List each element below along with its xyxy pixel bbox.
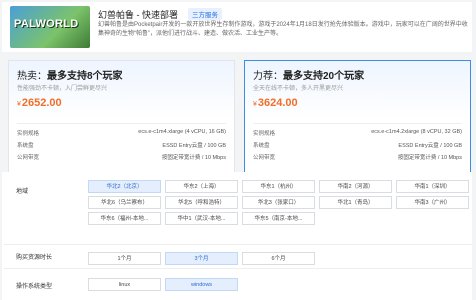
- plan-price: ¥3624.00: [253, 97, 298, 109]
- region-option[interactable]: 华北1（青岛）: [319, 196, 392, 209]
- plan-title: 热卖：最多支持8个玩家: [17, 67, 123, 82]
- region-option[interactable]: 华东5（南京-本地...: [242, 212, 315, 225]
- duration-option[interactable]: 6个月: [242, 252, 315, 265]
- spec-value: ecs.e-c1m4.xlarge (4 vCPU, 16 GB): [138, 129, 226, 135]
- plan-subtitle: 全天在线不卡顿，多人开黑更尽兴: [253, 86, 344, 92]
- region-option[interactable]: 华南2（河源）: [319, 180, 392, 193]
- spec-row: 实例规格 ecs.e-c1m4.xlarge (4 vCPU, 16 GB): [17, 129, 226, 138]
- spec-key: 公网带宽: [17, 155, 40, 161]
- plan-title-text: 最多支持8个玩家: [47, 71, 123, 82]
- spec-value: ESSD Entry云盘 / 100 GB: [162, 143, 226, 149]
- region-option[interactable]: 华东2（上海）: [165, 180, 238, 193]
- divider: [253, 123, 462, 124]
- config-panel: 地域 华北2（北京） 华东2（上海） 华东1（杭州） 华南2（河源） 华南1（深圳） 华北…: [2, 172, 472, 300]
- spec-key: 实例规格: [253, 131, 276, 137]
- spec-row: 公网带宽 按固定带宽计费 / 10 Mbps: [253, 153, 462, 162]
- plan-title-text: 最多支持20个玩家: [283, 71, 365, 82]
- spec-value: 按固定带宽计费 / 10 Mbps: [397, 155, 462, 161]
- divider: [4, 268, 472, 269]
- app-title: 幻兽帕鲁 - 快速部署: [98, 10, 178, 20]
- palworld-logo: PALWORLD: [10, 6, 90, 48]
- region-option[interactable]: 华北3（张家口）: [242, 196, 315, 209]
- plan-card-recommended[interactable]: 力荐：最多支持20个玩家 全天在线不卡顿，多人开黑更尽兴 ¥3624.00 实例…: [244, 60, 471, 186]
- spec-key: 系统盘: [17, 143, 34, 149]
- plan-subtitle: 性能强劲不卡顿，入门尝鲜更尽兴: [17, 86, 108, 92]
- spec-key: 公网带宽: [253, 155, 276, 161]
- logo-text: PALWORLD: [14, 18, 79, 30]
- region-option[interactable]: 华北6（乌兰察布）: [88, 196, 161, 209]
- spec-key: 系统盘: [253, 143, 270, 149]
- spec-row: 系统盘 ESSD Entry云盘 / 100 GB: [17, 141, 226, 150]
- region-option[interactable]: 华北2（北京）: [88, 180, 161, 193]
- app-description: 幻兽帕鲁是由Pocketpair开发的一款开放世界生存制作游戏，游戏于2024年…: [98, 22, 468, 37]
- region-label: 地域: [16, 189, 29, 195]
- os-option[interactable]: windows: [165, 278, 238, 291]
- spec-value: 按固定带宽计费 / 10 Mbps: [161, 155, 226, 161]
- plan-title-prefix: 热卖：: [17, 71, 47, 82]
- spec-row: 实例规格 ecs.e-c1m4.2xlarge (8 vCPU, 32 GB): [253, 129, 462, 138]
- plan-title: 力荐：最多支持20个玩家: [253, 67, 364, 82]
- divider: [17, 123, 226, 124]
- spec-row: 系统盘 ESSD Entry云盘 / 100 GB: [253, 141, 462, 150]
- os-option[interactable]: linux: [88, 278, 161, 291]
- region-option[interactable]: 华南1（深圳）: [396, 180, 469, 193]
- duration-label: 购买资源时长: [16, 255, 53, 261]
- region-option[interactable]: 华北5（呼和浩特）: [165, 196, 238, 209]
- spec-key: 实例规格: [17, 131, 40, 137]
- app-header: PALWORLD 幻兽帕鲁 - 快速部署 三方服务 幻兽帕鲁是由Pocketpa…: [2, 2, 472, 52]
- region-option[interactable]: 华东1（杭州）: [242, 180, 315, 193]
- divider: [4, 244, 472, 245]
- plan-card-hot[interactable]: 热卖：最多支持8个玩家 性能强劲不卡顿，入门尝鲜更尽兴 ¥2652.00 实例规…: [8, 60, 235, 186]
- region-option[interactable]: 华东6（福州-本地...: [88, 212, 161, 225]
- currency-symbol: ¥: [253, 101, 257, 108]
- region-option[interactable]: 华南3（广州）: [396, 196, 469, 209]
- plan-title-prefix: 力荐：: [253, 71, 283, 82]
- duration-option[interactable]: 1个月: [88, 252, 161, 265]
- spec-value: ESSD Entry云盘 / 100 GB: [398, 143, 462, 149]
- price-value: 2652.00: [21, 97, 62, 109]
- spec-value: ecs.e-c1m4.2xlarge (8 vCPU, 32 GB): [371, 129, 462, 135]
- currency-symbol: ¥: [17, 101, 21, 108]
- third-party-badge: 三方服务: [188, 8, 222, 20]
- price-value: 3624.00: [257, 97, 298, 109]
- plan-price: ¥2652.00: [17, 97, 62, 109]
- spec-row: 公网带宽 按固定带宽计费 / 10 Mbps: [17, 153, 226, 162]
- duration-option[interactable]: 3个月: [165, 252, 238, 265]
- region-option[interactable]: 华中1（武汉-本地...: [165, 212, 238, 225]
- os-label: 操作系统类型: [16, 284, 53, 290]
